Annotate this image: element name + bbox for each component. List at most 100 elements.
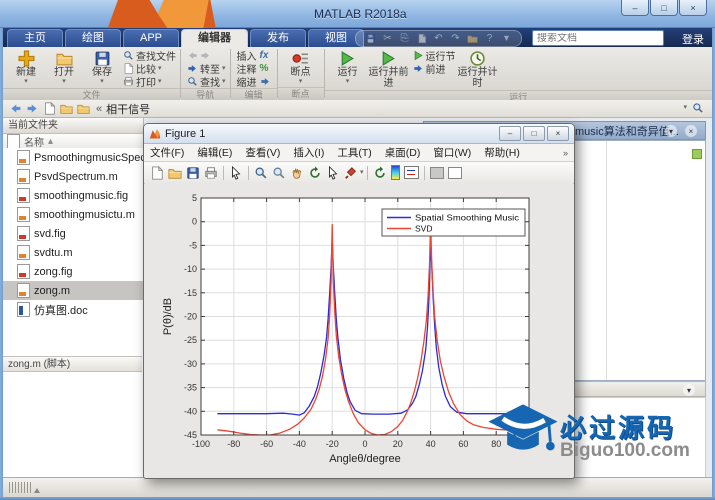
brush-icon[interactable] <box>344 166 358 180</box>
figure-menu-item[interactable]: 查看(V) <box>245 145 280 160</box>
minimize-button[interactable]: – <box>621 0 649 16</box>
file-row[interactable]: zong.fig <box>3 262 143 281</box>
file-row[interactable]: svdtu.m <box>3 243 143 262</box>
tab-编辑器[interactable]: 编辑器 <box>181 29 249 47</box>
pan-icon[interactable] <box>290 166 304 180</box>
cut-icon[interactable]: ✂ <box>381 32 394 45</box>
advance-button[interactable]: 前进 <box>413 62 456 76</box>
copy-icon[interactable]: ⎘ <box>398 32 411 45</box>
save-figure-icon[interactable] <box>186 166 200 180</box>
save-icon[interactable] <box>364 32 377 45</box>
goto-icon <box>187 63 198 74</box>
figure-menu-item[interactable]: 文件(F) <box>150 145 184 160</box>
status-resize-grip[interactable] <box>9 482 40 493</box>
save-button[interactable]: 保存 ▾ <box>83 49 121 86</box>
insert-colorbar-icon[interactable] <box>390 165 400 180</box>
run-button[interactable]: 运行 ▾ <box>329 49 367 86</box>
show-plot-tools-icon[interactable] <box>447 166 462 179</box>
open-button[interactable]: 打开 ▾ <box>45 49 83 86</box>
current-folder-header[interactable]: 当前文件夹 <box>3 118 143 134</box>
figure-menu-item[interactable]: 编辑(E) <box>197 145 232 160</box>
file-row[interactable]: 仿真图.doc <box>3 300 143 319</box>
figure-menu-item[interactable]: 窗口(W) <box>433 145 471 160</box>
brush-dropdown-icon[interactable]: ▾ <box>360 169 364 176</box>
file-row[interactable]: PsmoothingmusicSpectr <box>3 148 143 167</box>
undo-icon[interactable]: ↶ <box>432 32 445 45</box>
quickbar-dropdown-icon[interactable]: ▾ <box>500 32 513 45</box>
current-folder-icon <box>77 102 90 115</box>
close-button[interactable]: × <box>679 0 707 16</box>
figure-maximize-button[interactable]: □ <box>523 126 545 141</box>
link-plot-icon[interactable] <box>373 166 387 180</box>
editor-close-icon[interactable]: × <box>685 125 697 137</box>
new-icon <box>18 50 35 67</box>
doc-search[interactable] <box>532 30 673 46</box>
figure-menu-item[interactable]: 工具(T) <box>337 145 371 160</box>
figure-titlebar[interactable]: Figure 1 – □ × <box>144 124 574 144</box>
insert-legend-icon[interactable] <box>403 166 419 179</box>
figure-close-button[interactable]: × <box>547 126 569 141</box>
find-button[interactable]: 查找 ▾ <box>187 75 226 89</box>
edit-plot-icon[interactable] <box>229 166 243 180</box>
menu-overflow-icon[interactable]: » <box>563 148 568 158</box>
panel-expand-icon[interactable]: ▾ <box>683 384 695 396</box>
plot-axes[interactable]: -100 -80 -60 -40 -20 0 20 40 60 80 100-45-40-35-30… <box>145 182 573 476</box>
help-icon[interactable]: ? <box>483 32 496 45</box>
breakpoints-button[interactable]: 断点 ▾ <box>282 49 320 86</box>
figure-minimize-button[interactable]: – <box>499 126 521 141</box>
tab-APP[interactable]: APP <box>123 29 180 47</box>
y-tick-label: -15 <box>184 288 197 298</box>
zoom-out-icon[interactable] <box>272 166 286 180</box>
paste-icon[interactable] <box>415 32 428 45</box>
tab-发布[interactable]: 发布 <box>250 29 307 47</box>
file-row[interactable]: PsvdSpectrum.m <box>3 167 143 186</box>
back-icon[interactable] <box>187 50 198 61</box>
print-button[interactable]: 打印 ▾ <box>123 75 176 89</box>
search-folder-icon[interactable] <box>692 102 704 114</box>
switch-window-icon[interactable] <box>466 32 479 45</box>
indent-button[interactable]: 缩进 <box>237 75 273 89</box>
browse-folder-icon[interactable] <box>60 102 73 115</box>
search-dropdown-icon[interactable]: ▾ <box>683 104 687 111</box>
figure-window[interactable]: Figure 1 – □ × 文件(F) 编辑(E) 查看(V) 插入(I) 工具(T)… <box>143 123 575 479</box>
hide-plot-tools-icon[interactable] <box>429 166 444 179</box>
tab-主页[interactable]: 主页 <box>7 29 63 47</box>
figure-menu-item[interactable]: 插入(I) <box>293 145 324 160</box>
figure-menu-item[interactable]: 帮助(H) <box>484 145 520 160</box>
up-folder-icon[interactable] <box>43 102 56 115</box>
file-row[interactable]: smoothingmusic.fig <box>3 186 143 205</box>
data-cursor-icon[interactable] <box>326 166 340 180</box>
tab-绘图[interactable]: 绘图 <box>65 29 121 47</box>
file-name: zong.fig <box>34 265 73 278</box>
m-file-icon <box>17 283 30 298</box>
forward-icon[interactable] <box>26 102 39 115</box>
details-header[interactable]: zong.m (脚本) <box>3 356 142 372</box>
zoom-in-icon[interactable] <box>254 166 268 180</box>
file-row[interactable]: zong.m <box>3 281 143 300</box>
file-row[interactable]: svd.fig <box>3 224 143 243</box>
print-figure-icon[interactable] <box>204 166 218 180</box>
figure-menu-item[interactable]: 桌面(D) <box>385 145 421 160</box>
forward-icon[interactable] <box>200 50 211 61</box>
back-icon[interactable] <box>9 102 22 115</box>
file-name: svdtu.m <box>34 246 73 259</box>
name-column-header[interactable]: 名称 ▴ <box>3 133 143 149</box>
run-advance-button[interactable]: 运行并前进 <box>367 49 411 90</box>
breadcrumb-path[interactable]: 相干信号 <box>106 101 150 117</box>
file-row[interactable]: smoothingmusictu.m <box>3 205 143 224</box>
x-tick-label: 40 <box>426 439 436 449</box>
editor-menu-icon[interactable]: ▾ <box>665 125 677 137</box>
login-button[interactable]: 登录 <box>682 31 704 47</box>
new-button[interactable]: 新建 ▾ <box>7 49 45 86</box>
doc-search-input[interactable] <box>533 32 673 44</box>
redo-icon[interactable]: ↷ <box>449 32 462 45</box>
figure-canvas[interactable]: -100 -80 -60 -40 -20 0 20 40 60 80 100 -45 -40 -35 -30… <box>145 182 573 476</box>
y-tick-label: -10 <box>184 264 197 274</box>
open-file-icon[interactable] <box>168 166 182 180</box>
new-figure-icon[interactable] <box>150 166 164 180</box>
x-tick-label: -40 <box>293 439 306 449</box>
maximize-button[interactable]: □ <box>650 0 678 16</box>
matlab-titlebar[interactable]: MATLAB R2018a – □ × <box>0 0 715 28</box>
run-time-button[interactable]: 运行并计时 <box>456 49 500 90</box>
rotate-3d-icon[interactable] <box>308 166 322 180</box>
